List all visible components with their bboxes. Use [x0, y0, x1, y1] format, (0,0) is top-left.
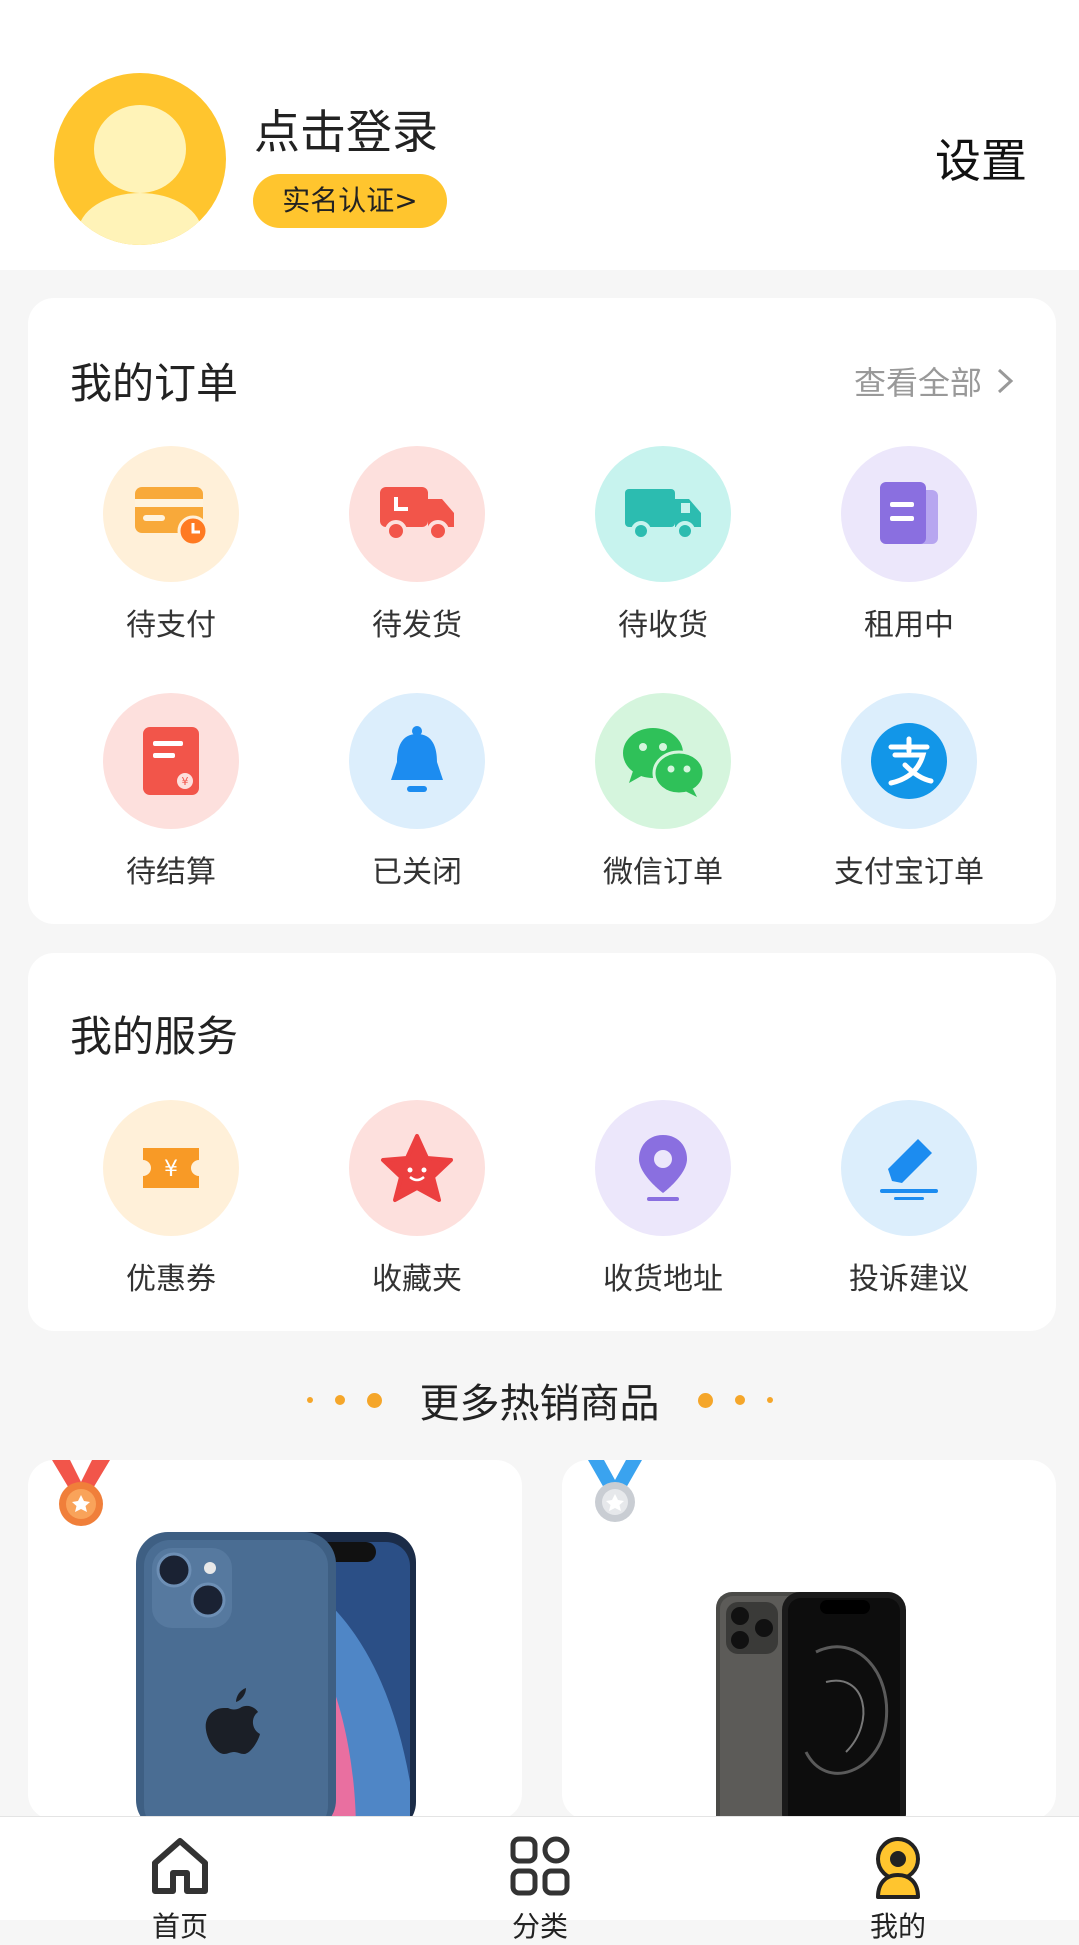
bronze-medal-icon	[52, 1460, 110, 1526]
tab-label: 我的	[869, 1910, 926, 1943]
hot-products-title: 更多热销商品	[419, 1381, 660, 1427]
location-pin-icon	[595, 1100, 731, 1236]
services-title: 我的服务	[70, 1012, 239, 1061]
chevron-right-icon	[997, 368, 1014, 394]
settings-button[interactable]: 设置	[935, 125, 1027, 191]
service-item-label: 收藏夹	[372, 1262, 462, 1297]
decor-dot	[366, 1392, 382, 1408]
view-all-orders-link[interactable]: 查看全部	[854, 358, 1016, 404]
alipay-icon	[841, 693, 977, 829]
delivery-truck-icon	[349, 446, 485, 582]
decor-dot	[697, 1392, 713, 1408]
profile-icon	[876, 1837, 920, 1899]
truck-icon	[595, 446, 731, 582]
edit-pen-icon	[841, 1100, 977, 1236]
graphite-iphone-image	[716, 1592, 906, 1820]
orders-title: 我的订单	[70, 359, 239, 408]
order-alipay[interactable]: 支付宝订单	[786, 693, 1032, 891]
order-renting[interactable]: 租用中	[786, 446, 1032, 644]
tab-category[interactable]: 分类	[440, 1817, 640, 1943]
product-card[interactable]	[28, 1460, 522, 1820]
order-item-label: 已关闭	[372, 855, 462, 890]
my-services-card: 我的服务 ¥ 优惠券 收藏夹 收货地址 投诉建议	[28, 953, 1056, 1331]
order-pending-payment[interactable]: 待支付	[48, 446, 294, 644]
decor-dot	[334, 1395, 345, 1405]
order-pending-settlement[interactable]: ¥ 待结算	[48, 693, 294, 891]
order-item-label: 待结算	[126, 855, 216, 890]
tab-home[interactable]: 首页	[80, 1817, 280, 1943]
decor-dot	[734, 1395, 745, 1405]
login-link[interactable]: 点击登录	[254, 96, 438, 162]
home-icon	[152, 1838, 208, 1894]
service-coupon[interactable]: ¥ 优惠券	[48, 1100, 294, 1298]
order-item-label: 待收货	[618, 608, 708, 643]
bottom-tab-bar: 首页 分类 我的	[0, 1816, 1079, 1943]
document-icon	[841, 446, 977, 582]
order-wechat[interactable]: 微信订单	[540, 693, 786, 891]
product-card[interactable]	[562, 1460, 1056, 1820]
category-grid-icon	[510, 1836, 570, 1896]
service-address[interactable]: 收货地址	[540, 1100, 786, 1298]
order-item-label: 微信订单	[603, 855, 723, 890]
avatar[interactable]	[54, 73, 226, 245]
order-pending-shipment[interactable]: 待发货	[294, 446, 540, 644]
tab-label: 分类	[511, 1910, 568, 1943]
service-item-label: 收货地址	[603, 1262, 723, 1297]
wechat-icon	[595, 693, 731, 829]
card-clock-icon	[103, 446, 239, 582]
bell-icon	[349, 693, 485, 829]
decor-dot	[306, 1397, 313, 1403]
order-item-label: 待发货	[372, 608, 462, 643]
decor-dot	[766, 1397, 773, 1403]
my-orders-card: 我的订单 查看全部 待支付 待发货 待收货 租用中 ¥ 待结算 已关闭 微信订单…	[28, 298, 1056, 924]
service-item-label: 优惠券	[126, 1262, 216, 1297]
avatar-head	[94, 105, 186, 193]
blue-iphone-image	[136, 1532, 416, 1820]
svg-text:¥: ¥	[182, 775, 189, 788]
service-item-label: 投诉建议	[849, 1262, 969, 1297]
service-favorites[interactable]: 收藏夹	[294, 1100, 540, 1298]
order-item-label: 待支付	[126, 608, 216, 643]
realname-verify-button[interactable]: 实名认证>	[253, 174, 447, 228]
star-icon	[349, 1100, 485, 1236]
order-pending-receipt[interactable]: 待收货	[540, 446, 786, 644]
order-closed[interactable]: 已关闭	[294, 693, 540, 891]
service-feedback[interactable]: 投诉建议	[786, 1100, 1032, 1298]
hot-products-heading: 更多热销商品	[0, 1370, 1079, 1430]
avatar-body	[78, 193, 202, 245]
bill-icon: ¥	[103, 693, 239, 829]
tab-profile[interactable]: 我的	[798, 1817, 998, 1943]
order-item-label: 支付宝订单	[834, 855, 984, 890]
silver-medal-icon	[588, 1460, 642, 1522]
coupon-icon: ¥	[103, 1100, 239, 1236]
view-all-label: 查看全部	[853, 364, 982, 402]
order-item-label: 租用中	[864, 608, 954, 643]
profile-header: 点击登录 实名认证> 设置	[0, 0, 1079, 270]
tab-label: 首页	[151, 1910, 208, 1943]
svg-text:¥: ¥	[164, 1157, 178, 1182]
